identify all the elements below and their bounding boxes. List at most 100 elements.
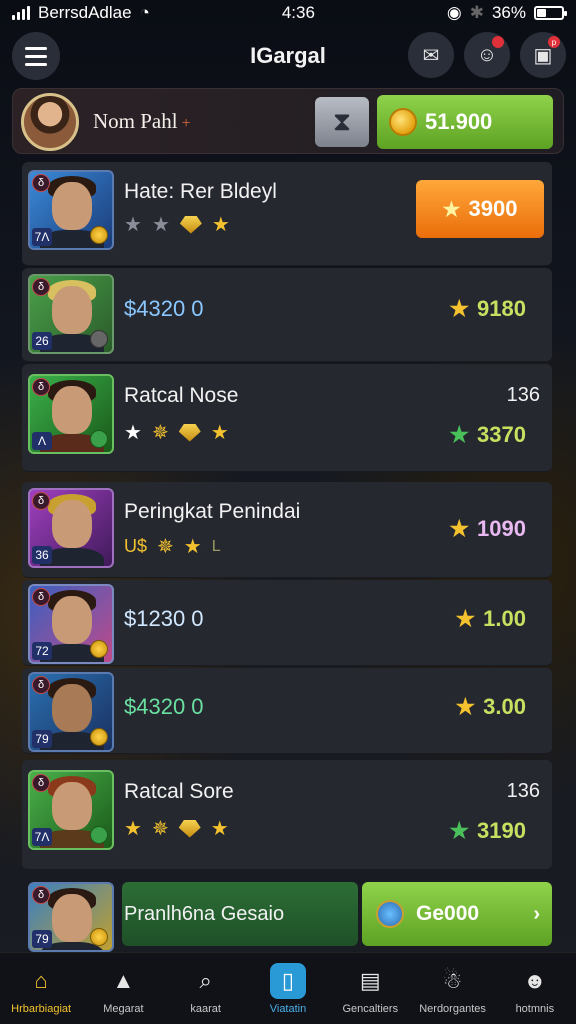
top-bar: IGargal ✉ ☺ ▣ p <box>0 28 576 84</box>
player-portrait: δ 36 <box>28 488 114 568</box>
person-icon: ☻ <box>523 967 547 993</box>
hamburger-icon[interactable] <box>12 32 60 80</box>
star-icon: ★ <box>449 516 470 541</box>
go-label: Ge000 <box>416 902 480 925</box>
type-tag: δ <box>32 886 50 904</box>
rank-tag: 7Λ <box>32 828 52 846</box>
sun-icon: ✵ <box>151 818 169 840</box>
coin-balance: 51.900 <box>425 109 493 134</box>
star-icon: ★ <box>449 818 470 843</box>
row-rank: 136 <box>506 780 540 802</box>
avatar[interactable] <box>21 93 79 151</box>
chevron-right-icon: › <box>533 902 540 925</box>
row-score: ★ 3190 <box>449 818 526 844</box>
bookmark-button[interactable]: ⧗ <box>315 97 369 147</box>
rank-tag: 7Λ <box>32 228 52 246</box>
player-portrait: δ 72 <box>28 584 114 664</box>
clock: 4:36 <box>281 3 315 22</box>
tab-label: Gencaltiers <box>342 1002 399 1015</box>
rating-stars: ★ ✵ ★ <box>124 420 229 445</box>
score-value: 1.00 <box>483 606 526 631</box>
row-rank: 136 <box>506 384 540 406</box>
medal-icon <box>90 826 108 844</box>
profile-bar: Nom Pahl + ⧗ 51.900 <box>12 88 564 154</box>
row-price: $1230 0 <box>124 606 204 631</box>
rank-tag: 72 <box>32 642 52 660</box>
score-value: 3370 <box>477 422 526 447</box>
player-portrait: δ 26 <box>28 274 114 354</box>
row-price: $4320 0 <box>124 296 204 321</box>
rating-stars: ★ ✵ ★ <box>124 816 229 841</box>
rank-tag: 79 <box>32 730 52 748</box>
list-item[interactable]: δ 36 Peringkat Penindai U$ ✵ ★ L ★ 1090 <box>22 482 552 578</box>
medal-icon <box>90 226 108 244</box>
tab-home[interactable]: ⌂ Hrbarbiagiat <box>1 963 81 1015</box>
list-item[interactable]: δ 26 $4320 0 ★ 9180 <box>22 268 552 362</box>
star-icon: ★ <box>183 536 202 558</box>
row-price: $4320 0 <box>124 694 204 719</box>
carrier-name: BerrsdAdlae <box>38 3 132 22</box>
search-icon: ⌕ <box>199 967 212 993</box>
row-score: ★ 9180 <box>449 296 526 322</box>
type-tag: δ <box>32 588 50 606</box>
hourglass-icon: ⧗ <box>332 106 352 136</box>
list-item[interactable]: δ 7Λ Hate: Rer Bldeyl ★ ★ ★ ★ 3900 <box>22 162 552 266</box>
player-portrait: δ 7Λ <box>28 170 114 250</box>
list-item[interactable]: δ 72 $1230 0 ★ 1.00 <box>22 580 552 666</box>
medal-icon <box>90 640 108 658</box>
star-icon: ★ <box>124 422 142 444</box>
list-item[interactable]: δ 7Λ Ratcal Sore ★ ✵ ★ 136 ★ 3190 <box>22 760 552 870</box>
rating-stars: U$ ✵ ★ L <box>124 534 221 559</box>
mail-icon[interactable]: ✉ <box>408 32 454 78</box>
tab-label: hotmnis <box>515 1002 555 1015</box>
star-icon: ★ <box>151 214 170 236</box>
type-tag: δ <box>32 378 50 396</box>
row-score: ★ 1090 <box>449 516 526 542</box>
rating-stars: ★ ★ ★ <box>124 212 230 237</box>
promo-label: Pranlh6na Gesaio <box>124 902 285 925</box>
row-title: Ratcal Nose <box>124 384 239 407</box>
notification-icon[interactable]: ▣ p <box>520 32 566 78</box>
phone-icon: ▯ <box>269 962 306 999</box>
tab-viatatin[interactable]: ▯ Viatatin <box>248 962 328 1015</box>
star-icon: ★ <box>449 296 470 321</box>
rank-tag: 26 <box>32 332 52 350</box>
wifi-icon: ◔ <box>139 3 150 22</box>
home-icon: ⌂ <box>34 967 48 993</box>
star-icon: ★ <box>455 694 476 719</box>
star-icon: ★ <box>210 422 229 444</box>
notification-badge <box>492 36 504 48</box>
tab-megarat[interactable]: ▲ Megarat <box>83 963 163 1015</box>
rank-tag: Λ <box>32 432 52 450</box>
row-title: Ratcal Sore <box>124 780 234 803</box>
star-icon: ★ <box>124 818 142 840</box>
medal-icon <box>90 430 108 448</box>
row-title: Peringkat Penindai <box>124 500 301 523</box>
rating-suffix: L <box>211 537 221 555</box>
currency-label: U$ <box>124 536 148 556</box>
list-item[interactable]: δ Λ Ratcal Nose ★ ✵ ★ 136 ★ 3370 <box>22 364 552 472</box>
compass-icon <box>376 900 404 928</box>
tab-label: Megarat <box>103 1002 144 1015</box>
score-value: 3.00 <box>483 694 526 719</box>
medal-icon <box>90 330 108 348</box>
tab-nerdorgantes[interactable]: ☃ Nerdorgantes <box>413 963 493 1015</box>
star-icon: ★ <box>210 818 229 840</box>
go-button[interactable]: Ge000 › <box>362 882 552 946</box>
buy-button[interactable]: ★ 3900 <box>416 180 544 238</box>
tab-gencaltiers[interactable]: ▤ Gencaltiers <box>330 963 410 1015</box>
promo-banner[interactable]: Pranlh6na Gesaio <box>122 882 358 946</box>
star-icon: ★ <box>124 214 142 236</box>
coin-balance-button[interactable]: 51.900 <box>377 95 553 149</box>
star-icon: ★ <box>211 214 230 236</box>
tab-label: Hrbarbiagiat <box>11 1002 72 1015</box>
tab-hotmnis[interactable]: ☻ hotmnis <box>495 963 575 1015</box>
chat-icon[interactable]: ☺ <box>464 32 510 78</box>
star-icon: ★ <box>449 422 470 447</box>
promo-row: δ 79 Pranlh6na Gesaio Ge000 › <box>22 874 552 952</box>
tab-search[interactable]: ⌕ kaarat <box>166 963 246 1015</box>
medal-icon <box>90 728 108 746</box>
list-item[interactable]: δ 79 $4320 0 ★ 3.00 <box>22 668 552 754</box>
rank-tag: 79 <box>32 930 52 948</box>
gem-icon <box>178 423 201 442</box>
